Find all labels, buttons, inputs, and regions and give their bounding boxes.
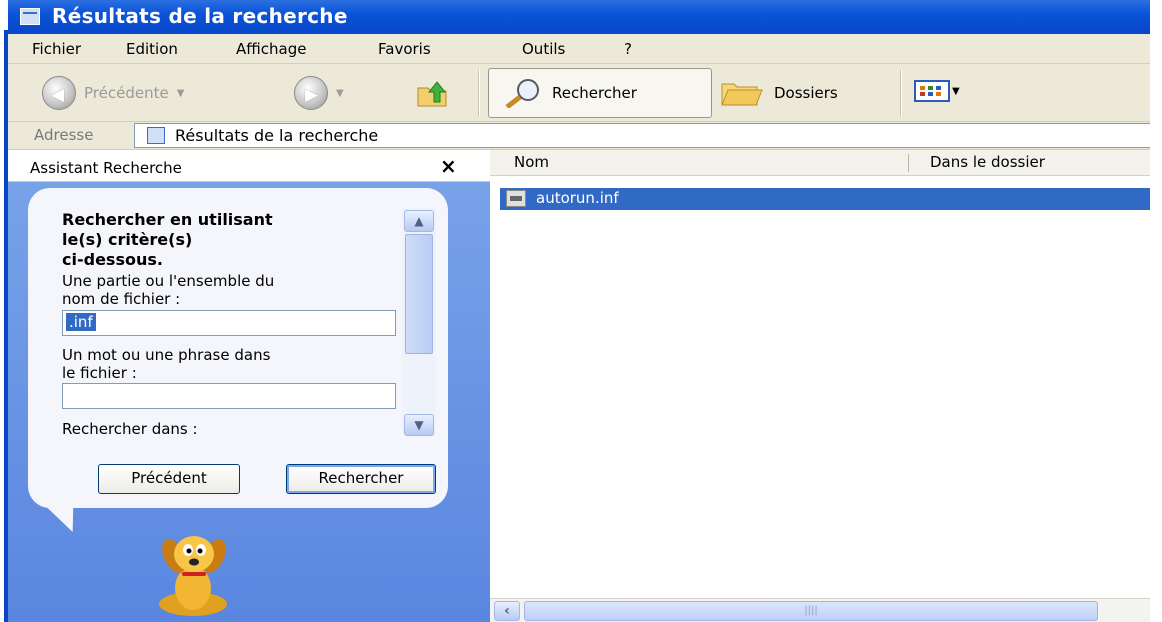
menu-favoris[interactable]: Favoris (378, 40, 431, 58)
search-bubble: Rechercher en utilisant le(s) critère(s)… (28, 188, 448, 508)
back-label: Précédente (84, 84, 169, 102)
filename-label-line: Une partie ou l'ensemble du (62, 272, 275, 290)
toolbar: ◀ Précédente ▼ ▶ ▼ Rechercher Dossiers ▼ (8, 64, 1162, 122)
search-dog-icon[interactable] (138, 530, 248, 618)
address-bar: Adresse Résultats de la recherche (8, 122, 1162, 150)
search-heading-line: Rechercher en utilisant (62, 210, 273, 229)
search-toolbar-label: Rechercher (552, 84, 637, 102)
search-pane-title: Assistant Recherche (30, 159, 182, 177)
menu-help[interactable]: ? (624, 40, 632, 58)
horizontal-scrollbar[interactable]: ‹ |||| (490, 598, 1150, 622)
address-value: Résultats de la recherche (175, 126, 379, 145)
views-icon (914, 80, 950, 102)
filename-input-value: .inf (66, 313, 96, 331)
column-name[interactable]: Nom (514, 153, 549, 171)
up-folder-icon (417, 81, 447, 107)
views-dropdown-icon[interactable]: ▼ (952, 86, 960, 97)
toolbar-separator (900, 70, 902, 116)
search-window-icon (20, 8, 40, 25)
search-heading-line: ci-dessous. (62, 250, 163, 269)
scroll-up-icon[interactable]: ▲ (404, 210, 434, 232)
search-heading-line: le(s) critère(s) (62, 230, 193, 249)
search-pane-header: Assistant Recherche × (8, 150, 490, 182)
window-right-edge (1150, 0, 1162, 622)
phrase-label: Un mot ou une phrase dans le fichier : (62, 346, 382, 382)
filename-label-line: nom de fichier : (62, 290, 181, 308)
magnifier-icon (505, 79, 539, 108)
inf-file-icon (506, 190, 526, 207)
search-heading: Rechercher en utilisant le(s) critère(s)… (62, 210, 382, 270)
search-toolbar-button[interactable]: Rechercher (504, 78, 637, 108)
scroll-down-icon[interactable]: ▼ (404, 414, 434, 436)
scroll-left-icon[interactable]: ‹ (494, 601, 520, 621)
up-button[interactable] (416, 78, 448, 108)
forward-button[interactable]: ▶ ▼ (294, 76, 344, 110)
back-button[interactable]: ◀ Précédente ▼ (42, 76, 184, 110)
address-label: Adresse (34, 126, 94, 144)
window-title: Résultats de la recherche (52, 4, 348, 28)
bubble-scrollbar[interactable]: ▲ ▼ (402, 208, 436, 436)
address-field[interactable]: Résultats de la recherche (134, 123, 1160, 148)
phrase-input[interactable] (62, 383, 396, 409)
column-divider[interactable] (908, 154, 909, 172)
folders-label: Dossiers (774, 84, 838, 102)
result-row[interactable]: autorun.inf (500, 188, 1150, 210)
filename-label: Une partie ou l'ensemble du nom de fichi… (62, 272, 382, 308)
close-icon[interactable]: × (440, 154, 457, 178)
folders-icon (721, 83, 763, 106)
views-button[interactable]: ▼ (914, 78, 960, 104)
phrase-label-line: le fichier : (62, 364, 137, 382)
result-filename: autorun.inf (536, 189, 619, 207)
forward-arrow-icon: ▶ (294, 76, 328, 110)
back-arrow-icon: ◀ (42, 76, 76, 110)
look-in-label: Rechercher dans : (62, 420, 198, 438)
scroll-thumb[interactable] (405, 234, 433, 354)
title-bar[interactable]: Résultats de la recherche (8, 0, 1162, 34)
menu-outils[interactable]: Outils (522, 40, 565, 58)
horizontal-scroll-thumb[interactable]: |||| (524, 601, 1098, 621)
window-left-border (0, 0, 8, 622)
menu-affichage[interactable]: Affichage (236, 40, 306, 58)
search-results-icon (147, 127, 165, 144)
results-column-header: Nom Dans le dossier (490, 150, 1150, 176)
toolbar-separator (478, 70, 480, 116)
filename-input[interactable]: .inf (62, 310, 396, 336)
results-pane: Nom Dans le dossier autorun.inf ‹ |||| (490, 150, 1150, 622)
phrase-label-line: Un mot ou une phrase dans (62, 346, 271, 364)
menu-edition[interactable]: Edition (126, 40, 178, 58)
menu-bar: Fichier Edition Affichage Favoris Outils… (8, 34, 1162, 64)
back-dropdown-icon[interactable]: ▼ (177, 88, 185, 99)
search-companion-pane: Assistant Recherche × Rechercher en util… (8, 150, 490, 622)
search-button[interactable]: Rechercher (286, 464, 436, 494)
column-folder[interactable]: Dans le dossier (930, 153, 1045, 171)
menu-fichier[interactable]: Fichier (32, 40, 81, 58)
previous-button[interactable]: Précédent (98, 464, 240, 494)
folders-button[interactable]: Dossiers (720, 78, 838, 108)
forward-dropdown-icon[interactable]: ▼ (336, 88, 344, 99)
